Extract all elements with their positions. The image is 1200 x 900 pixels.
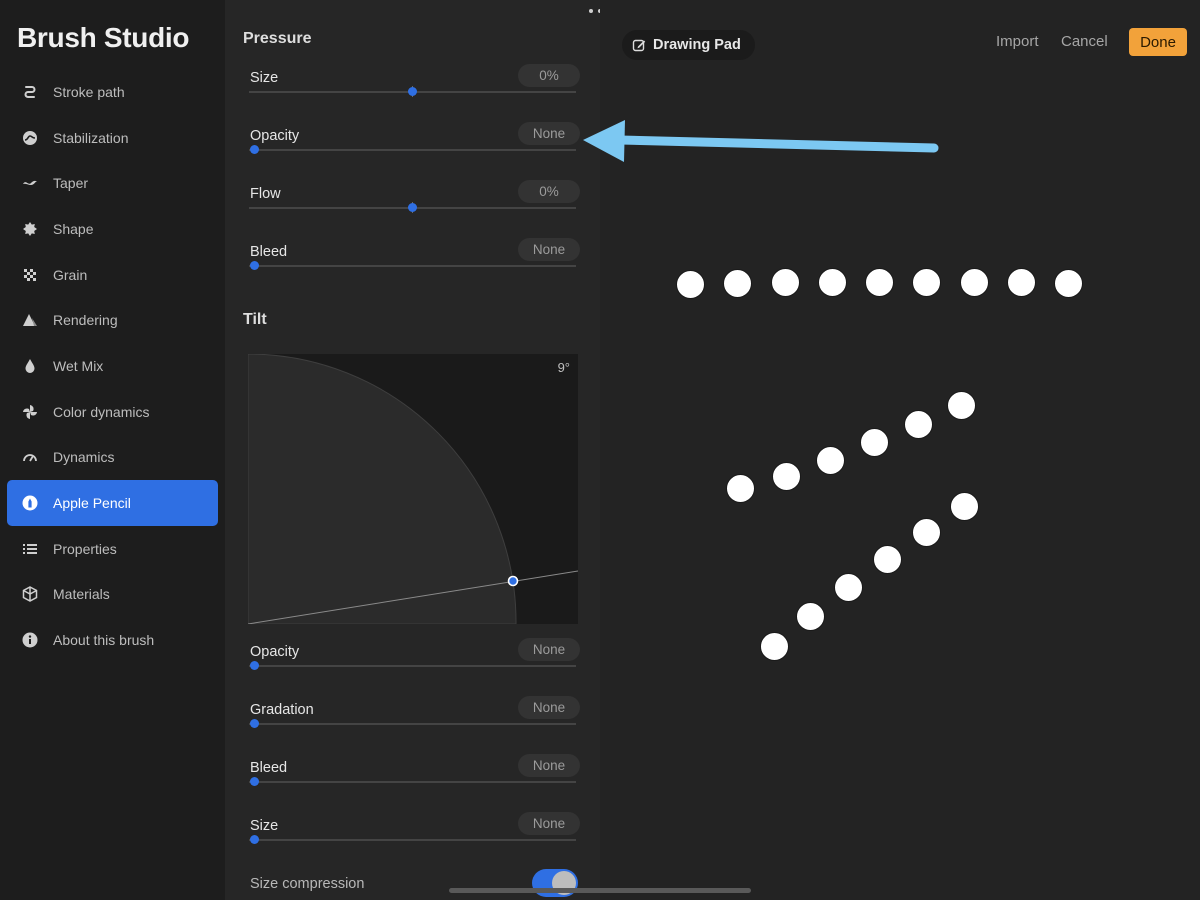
home-indicator[interactable] xyxy=(449,888,751,893)
annotation-arrow-icon xyxy=(583,120,939,162)
